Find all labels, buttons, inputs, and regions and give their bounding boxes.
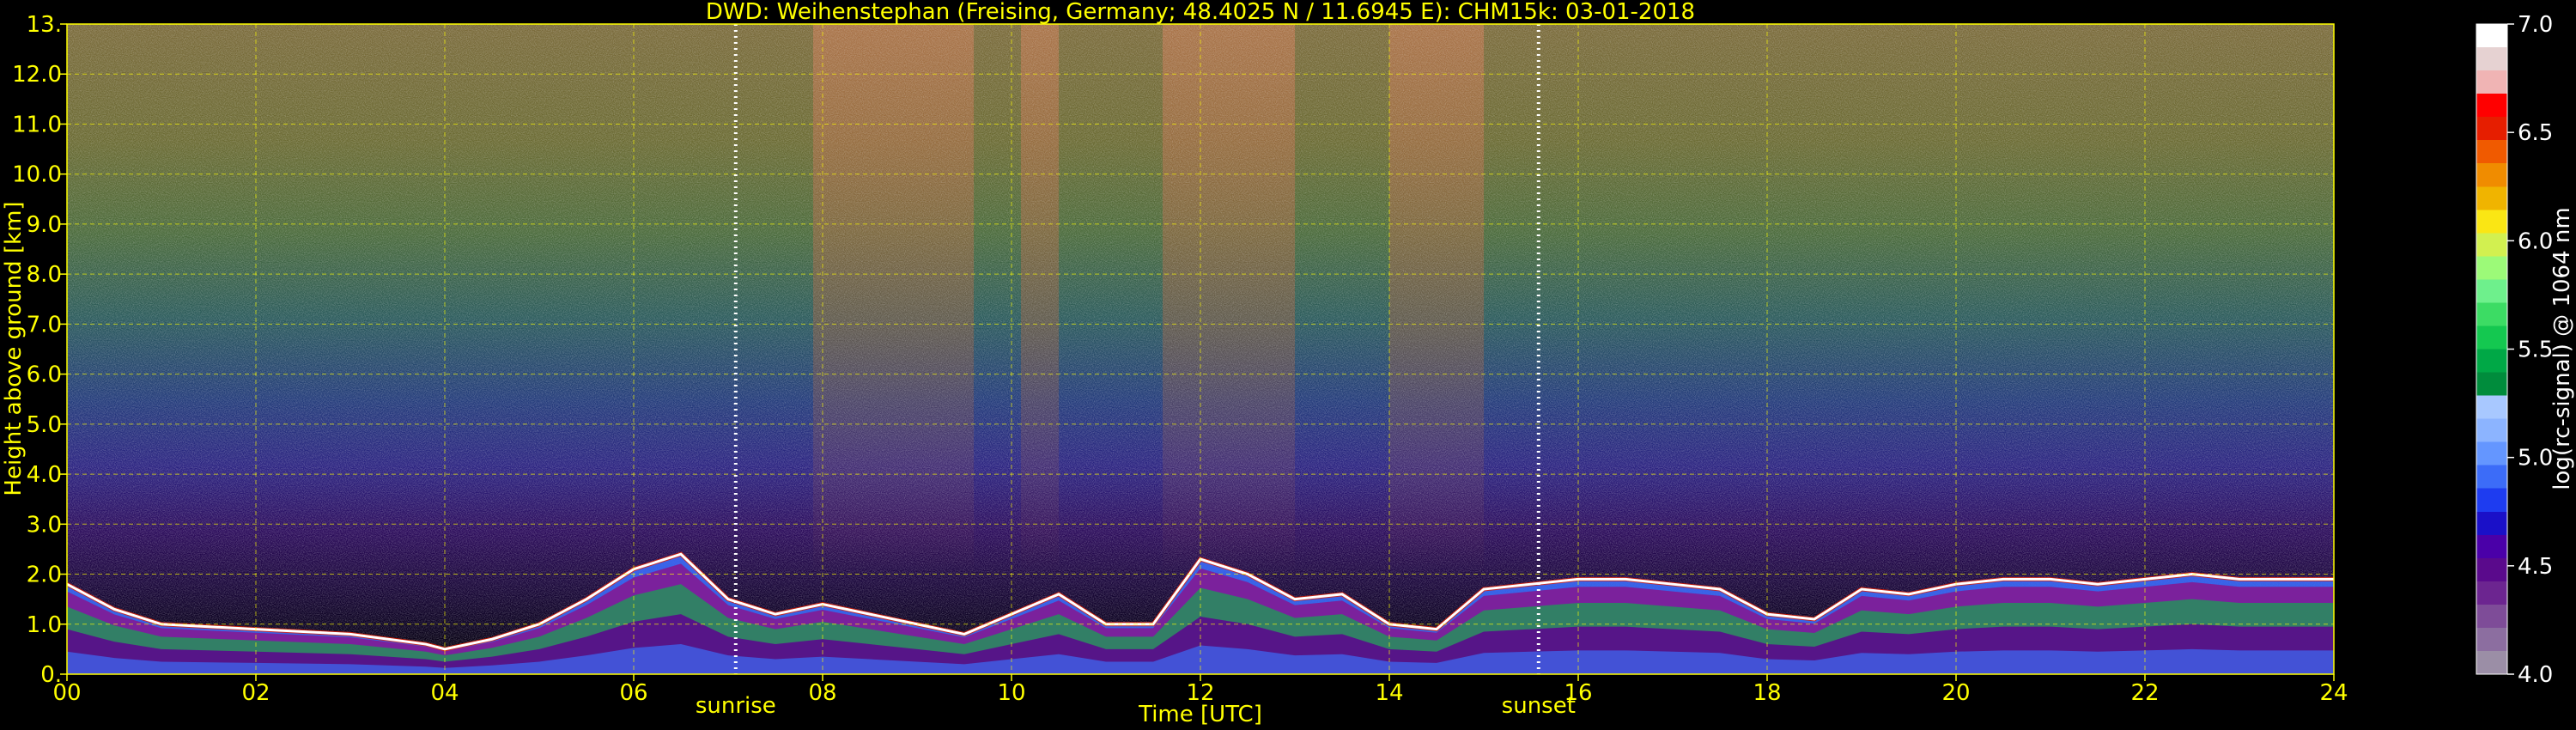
plot-area <box>67 24 2334 674</box>
y-tick-label: 4.0 <box>27 462 62 488</box>
x-tick-label: 04 <box>430 680 459 706</box>
y-tick-label: 5.0 <box>27 412 62 438</box>
x-tick-label: 22 <box>2130 680 2159 706</box>
colorbar-label: log(rc-signal) @ 1064 nm <box>2549 207 2575 490</box>
x-tick-label: 02 <box>241 680 270 706</box>
colorbar-bar <box>2476 24 2507 674</box>
y-tick-label: 0. <box>40 662 62 688</box>
x-tick-label: 20 <box>1941 680 1970 706</box>
colorbar-ticks: 4.0 4.5 5.0 5.5 6.0 6.5 7.0 <box>2507 12 2553 688</box>
x-tick-label: 14 <box>1375 680 1403 706</box>
x-axis-label: Time [UTC] <box>1138 702 1262 727</box>
y-tick-label: 2.0 <box>27 563 62 588</box>
y-tick-label: 1.0 <box>27 612 62 638</box>
y-tick-label: 8.0 <box>27 262 62 288</box>
colorbar-tick-label: 4.5 <box>2518 554 2553 580</box>
y-tick-label: 6.0 <box>27 362 62 388</box>
x-tick-label: 10 <box>997 680 1025 706</box>
sun-marker-label: sunrise <box>696 693 776 719</box>
colorbar-tick-label: 5.0 <box>2518 446 2553 471</box>
y-tick-label: 9.0 <box>27 212 62 238</box>
x-tick-label: 06 <box>619 680 647 706</box>
y-tick-label: 12.0 <box>12 62 62 88</box>
colorbar: 4.0 4.5 5.0 5.5 6.0 6.5 7.0 log(rc-signal) @ 1… <box>2476 12 2575 688</box>
lidar-chart: DWD: Weihenstephan (Freising, Germany; 4… <box>1 0 2575 727</box>
colorbar-tick-label: 4.0 <box>2518 662 2553 688</box>
x-tick-label: 18 <box>1753 680 1781 706</box>
y-tick-label: 10.0 <box>12 162 62 188</box>
y-axis-label: Height above ground [km] <box>1 201 27 496</box>
colorbar-tick-label: 6.5 <box>2518 120 2553 146</box>
y-tick-label: 7.0 <box>27 312 62 338</box>
y-tick-label: 13. <box>27 12 62 38</box>
chart-title: DWD: Weihenstephan (Freising, Germany; 4… <box>706 0 1695 25</box>
x-tick-label: 24 <box>2319 680 2348 706</box>
y-tick-label: 11.0 <box>12 112 62 137</box>
sun-marker-label: sunset <box>1502 693 1576 719</box>
y-tick-label: 3.0 <box>27 512 62 538</box>
colorbar-tick-label: 6.0 <box>2518 228 2553 254</box>
colorbar-tick-label: 7.0 <box>2518 12 2553 38</box>
x-tick-label: 08 <box>808 680 836 706</box>
colorbar-tick-label: 5.5 <box>2518 338 2553 363</box>
